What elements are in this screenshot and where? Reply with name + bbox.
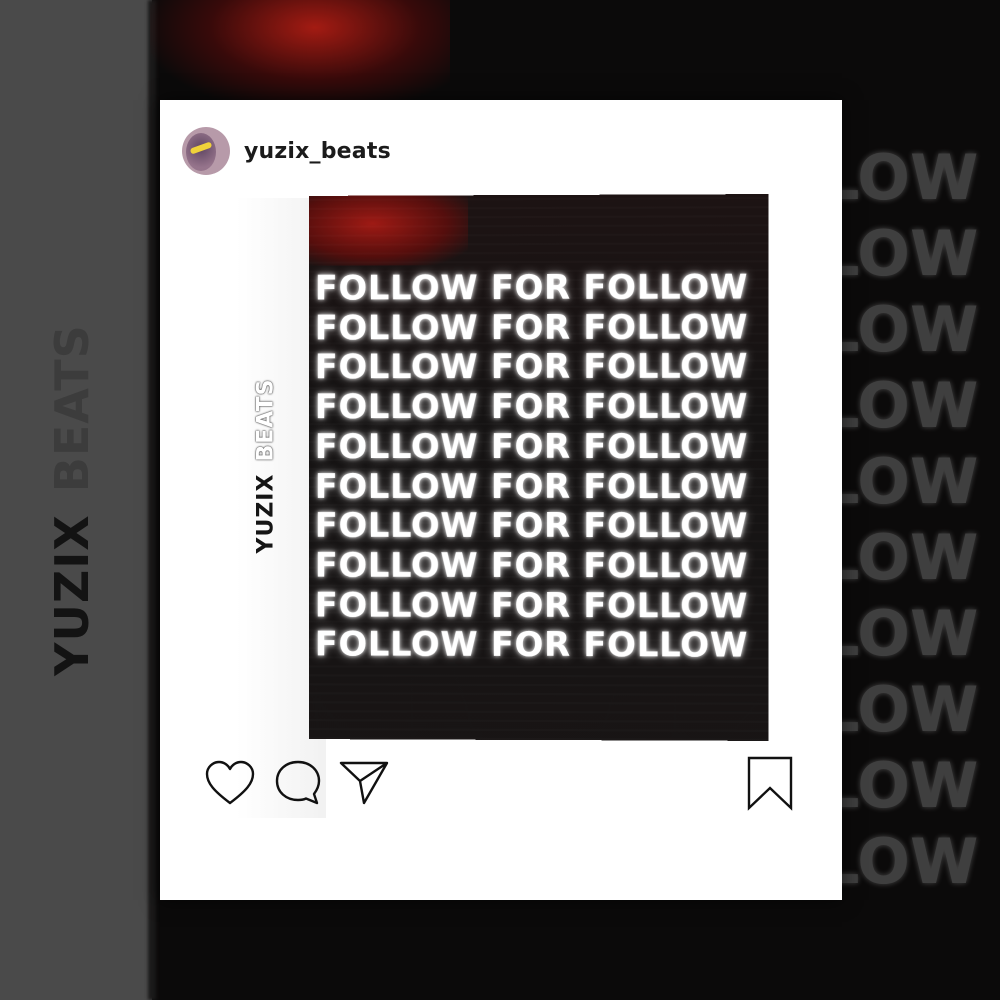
album-cover: YUZIX BEATS LOW LOW LOW LOW LOW LOW LOW L… (0, 0, 1000, 1000)
follow-line: FOLLOW FOR FOLLOW (314, 585, 749, 627)
post-image[interactable]: FOLLOW FOR FOLLOW FOLLOW FOR FOLLOW FOLL… (308, 194, 769, 741)
share-icon (339, 761, 389, 805)
background-text-row: LOW (820, 749, 979, 822)
background-text-row: LOW (820, 445, 979, 518)
avatar[interactable] (182, 127, 230, 175)
follow-line: FOLLOW FOR FOLLOW (314, 624, 749, 666)
red-paint-smear (150, 0, 450, 110)
comment-button[interactable] (270, 755, 326, 811)
background-text-row: LOW (820, 293, 979, 366)
post-card: yuzix_beats FOLLOW FOR FOLLOW FOLLOW FOR… (160, 100, 842, 900)
background-text-row: LOW (820, 673, 979, 746)
follow-line: FOLLOW FOR FOLLOW (314, 267, 749, 309)
background-text-row: LOW (820, 141, 979, 214)
background-text-column: LOW LOW LOW LOW LOW LOW LOW LOW LOW LOW (820, 140, 1000, 900)
post-actions (160, 755, 842, 825)
card-vertical-brand: YUZIX BEATS (254, 379, 279, 554)
post-header: yuzix_beats (182, 126, 391, 176)
follow-line: FOLLOW FOR FOLLOW (314, 466, 749, 507)
background-text-row: LOW (820, 597, 979, 670)
comment-icon (275, 760, 321, 805)
card-brand-second: BEATS (253, 378, 279, 462)
follow-line: FOLLOW FOR FOLLOW (314, 426, 749, 467)
card-brand-first: YUZIX (253, 473, 279, 554)
follow-line: FOLLOW FOR FOLLOW (314, 386, 749, 428)
left-brand-first: YUZIX (45, 514, 99, 676)
follow-text-block: FOLLOW FOR FOLLOW FOLLOW FOR FOLLOW FOLL… (314, 267, 769, 666)
like-button[interactable] (202, 755, 258, 811)
username-link[interactable]: yuzix_beats (244, 139, 391, 164)
background-text-row: LOW (820, 217, 979, 290)
heart-icon (205, 760, 255, 805)
background-text-row: LOW (820, 369, 979, 442)
left-brand-second: BEATS (45, 324, 99, 493)
follow-line: FOLLOW FOR FOLLOW (314, 545, 749, 587)
left-vertical-brand: YUZIX BEATS (45, 324, 99, 676)
background-text-row: LOW (820, 521, 979, 594)
panel-edge (148, 0, 156, 1000)
follow-line: FOLLOW FOR FOLLOW (314, 347, 749, 388)
follow-line: FOLLOW FOR FOLLOW (314, 307, 749, 349)
bookmark-icon (747, 756, 793, 811)
left-panel: YUZIX BEATS (0, 0, 156, 1000)
share-button[interactable] (336, 755, 392, 811)
follow-line: FOLLOW FOR FOLLOW (314, 506, 749, 547)
background-text-row: LOW (820, 825, 979, 898)
bookmark-button[interactable] (742, 755, 798, 811)
